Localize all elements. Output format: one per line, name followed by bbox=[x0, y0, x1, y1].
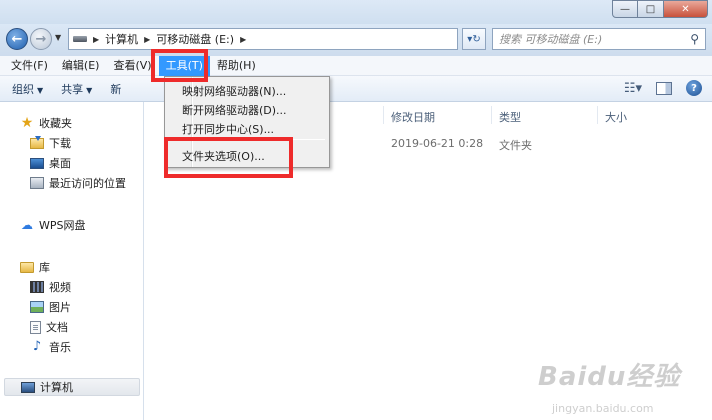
sidebar-item-computer[interactable]: 计算机 bbox=[4, 378, 140, 396]
sidebar-item-label: 计算机 bbox=[40, 381, 73, 394]
column-header-type[interactable]: 类型 bbox=[499, 109, 521, 125]
document-icon bbox=[30, 320, 41, 334]
sidebar-item-label: 视频 bbox=[49, 281, 71, 294]
column-header-modified[interactable]: 修改日期 bbox=[391, 109, 435, 125]
sidebar-item-label: 下载 bbox=[49, 137, 71, 150]
highlight-box-folder-options bbox=[164, 137, 293, 178]
close-button[interactable]: ✕ bbox=[664, 0, 708, 18]
maximize-button[interactable]: □ bbox=[638, 0, 664, 18]
picture-icon bbox=[30, 301, 44, 313]
column-divider[interactable] bbox=[383, 106, 384, 124]
music-icon: ♪ bbox=[32, 339, 42, 354]
column-divider[interactable] bbox=[597, 106, 598, 124]
computer-icon bbox=[21, 381, 35, 393]
chevron-down-icon: ▼ bbox=[37, 85, 44, 95]
forward-arrow-icon: → bbox=[35, 31, 47, 47]
sidebar-item-label: 收藏夹 bbox=[39, 117, 72, 130]
cell-type: 文件夹 bbox=[499, 139, 532, 152]
cell-modified: 2019-06-21 0:28 bbox=[391, 137, 484, 150]
menu-item-map-network-drive[interactable]: 映射网络驱动器(N)... bbox=[182, 83, 286, 99]
sidebar-item-documents[interactable]: 文档 bbox=[30, 318, 68, 336]
search-placeholder: 搜索 可移动磁盘 (E:) bbox=[499, 33, 603, 46]
sidebar-item-label: WPS网盘 bbox=[39, 219, 86, 232]
breadcrumb-chevron-icon[interactable]: ▶ bbox=[240, 35, 246, 44]
breadcrumb-computer[interactable]: 计算机 bbox=[105, 31, 138, 47]
baidu-watermark: Baidu经验 jingyan.baidu.com bbox=[538, 356, 681, 415]
organize-label: 组织 bbox=[12, 82, 34, 96]
sidebar-item-downloads[interactable]: 下载 bbox=[30, 134, 71, 152]
help-icon[interactable]: ? bbox=[686, 80, 702, 96]
star-icon: ★ bbox=[20, 115, 34, 131]
downloads-folder-icon bbox=[30, 135, 44, 149]
change-view-icon[interactable]: ☷▾ bbox=[624, 81, 642, 96]
navigation-pane: ★ 收藏夹 下载 桌面 最近访问的位置 ☁ WPS网盘 库 视频 图片 文档 ♪… bbox=[0, 102, 144, 420]
menu-file[interactable]: 文件(F) bbox=[4, 56, 55, 76]
menu-item-open-sync-center[interactable]: 打开同步中心(S)... bbox=[182, 121, 274, 137]
menu-item-disconnect-network-drive[interactable]: 断开网络驱动器(D)... bbox=[182, 102, 287, 118]
sidebar-item-pictures[interactable]: 图片 bbox=[30, 298, 71, 316]
sidebar-item-label: 图片 bbox=[49, 301, 71, 314]
sidebar-item-label: 文档 bbox=[46, 321, 68, 334]
title-bar: — □ ✕ bbox=[0, 0, 712, 24]
share-button[interactable]: 共享 ▼ bbox=[61, 81, 92, 97]
command-bar: 组织 ▼ 共享 ▼ 新 ☷▾ ? bbox=[0, 76, 712, 102]
new-folder-button[interactable]: 新 bbox=[110, 81, 121, 97]
sidebar-item-label: 最近访问的位置 bbox=[49, 177, 126, 190]
sidebar-item-videos[interactable]: 视频 bbox=[30, 278, 71, 296]
address-row: ← → ▼ ▶ 计算机 ▶ 可移动磁盘 (E:) ▶ ▾↻ 搜索 可移动磁盘 (… bbox=[0, 24, 712, 56]
chevron-down-icon: ▼ bbox=[86, 85, 93, 95]
baidu-logo: Baidu经验 bbox=[538, 362, 681, 392]
sidebar-item-desktop[interactable]: 桌面 bbox=[30, 154, 71, 172]
drive-icon bbox=[73, 36, 87, 42]
breadcrumb-chevron-icon[interactable]: ▶ bbox=[144, 35, 150, 44]
column-divider[interactable] bbox=[491, 106, 492, 124]
breadcrumb-chevron-icon[interactable]: ▶ bbox=[93, 35, 99, 44]
organize-button[interactable]: 组织 ▼ bbox=[12, 81, 43, 97]
refresh-icon: ▾↻ bbox=[467, 33, 481, 45]
menu-bar: 文件(F) 编辑(E) 查看(V) 工具(T) 帮助(H) bbox=[0, 55, 712, 76]
forward-button[interactable]: → bbox=[30, 28, 52, 50]
recent-places-icon bbox=[30, 177, 44, 189]
sidebar-item-favorites[interactable]: ★ 收藏夹 bbox=[20, 114, 72, 132]
desktop-icon bbox=[30, 157, 44, 169]
search-icon[interactable]: ⚲ bbox=[690, 32, 699, 46]
new-folder-label: 新 bbox=[110, 82, 122, 96]
preview-pane-icon[interactable] bbox=[656, 81, 672, 95]
refresh-button[interactable]: ▾↻ bbox=[462, 28, 486, 50]
address-bar[interactable]: ▶ 计算机 ▶ 可移动磁盘 (E:) ▶ bbox=[68, 28, 458, 50]
sidebar-item-label: 库 bbox=[39, 261, 50, 274]
recent-pages-dropdown-icon[interactable]: ▼ bbox=[55, 33, 61, 42]
sidebar-item-music[interactable]: ♪ 音乐 bbox=[30, 338, 71, 356]
sidebar-item-label: 音乐 bbox=[49, 341, 71, 354]
menu-edit[interactable]: 编辑(E) bbox=[55, 56, 107, 76]
back-button[interactable]: ← bbox=[6, 28, 28, 50]
video-icon bbox=[30, 281, 44, 293]
column-header-size[interactable]: 大小 bbox=[605, 109, 627, 125]
watermark-url: jingyan.baidu.com bbox=[552, 402, 654, 415]
view-tools: ☷▾ ? bbox=[624, 80, 702, 96]
sidebar-item-label: 桌面 bbox=[49, 157, 71, 170]
cloud-icon: ☁ bbox=[21, 218, 33, 232]
sidebar-item-recent-places[interactable]: 最近访问的位置 bbox=[30, 174, 126, 192]
sidebar-item-libraries[interactable]: 库 bbox=[20, 258, 50, 276]
search-input[interactable]: 搜索 可移动磁盘 (E:) ⚲ bbox=[492, 28, 706, 50]
window-controls: — □ ✕ bbox=[612, 0, 708, 18]
back-arrow-icon: ← bbox=[11, 31, 23, 47]
menu-help[interactable]: 帮助(H) bbox=[210, 56, 263, 76]
sidebar-item-wps-cloud[interactable]: ☁ WPS网盘 bbox=[20, 216, 86, 234]
minimize-button[interactable]: — bbox=[612, 0, 638, 18]
highlight-box-tools-menu bbox=[151, 49, 208, 82]
breadcrumb-removable-disk[interactable]: 可移动磁盘 (E:) bbox=[156, 31, 234, 47]
share-label: 共享 bbox=[61, 82, 84, 96]
library-icon bbox=[20, 261, 34, 273]
